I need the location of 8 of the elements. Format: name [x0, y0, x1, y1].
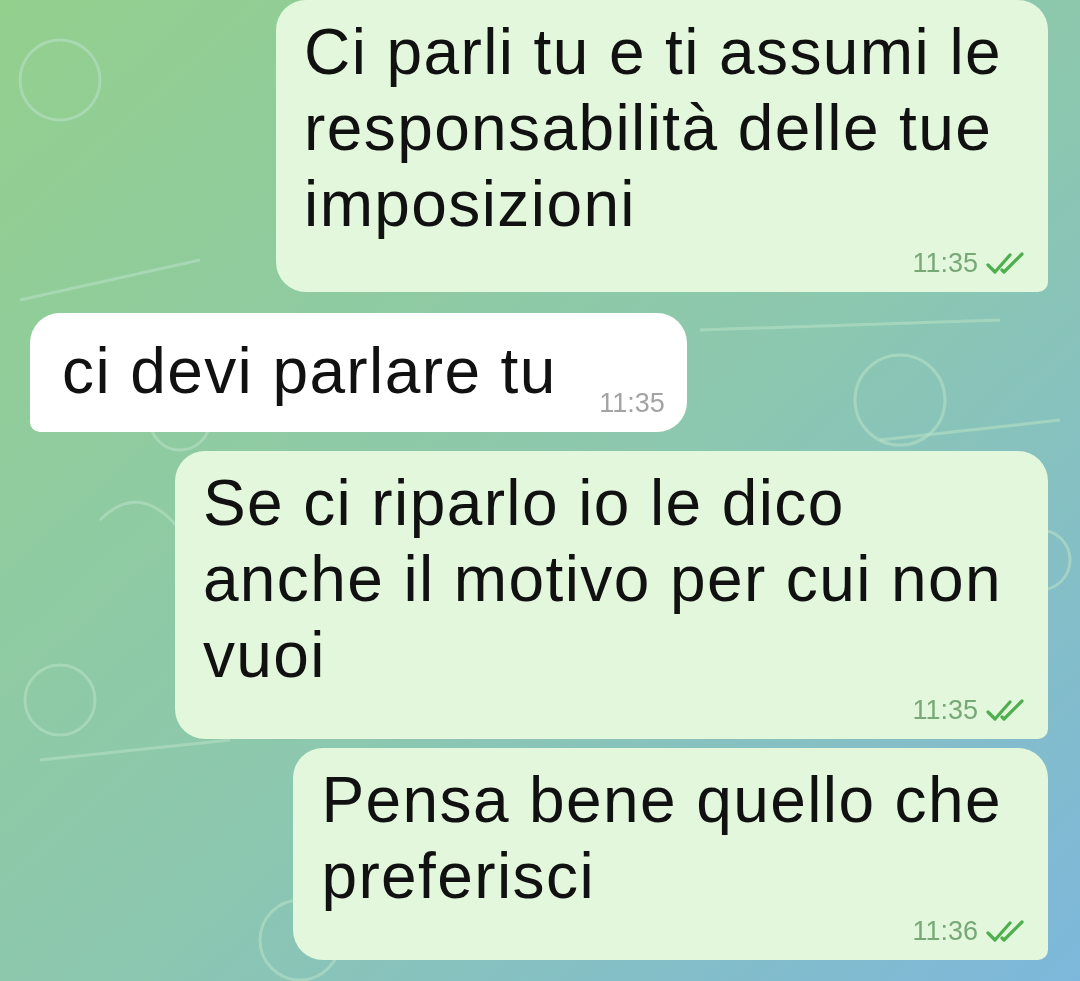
message-time: 11:36 — [912, 916, 978, 946]
message-text: Ci parli tu e ti assumi le responsabilità delle tue imposizioni — [304, 15, 1002, 242]
message-text: Pensa bene quello che preferisci — [321, 763, 1002, 914]
message-text: ci devi parlare tu — [62, 334, 557, 409]
message-time: 11:35 — [912, 248, 978, 278]
message-time: 11:35 — [912, 695, 978, 725]
message-time: 11:35 — [599, 388, 665, 418]
message-text: Se ci riparlo io le dico anche il motivo per cui non vuoi — [202, 466, 1002, 693]
